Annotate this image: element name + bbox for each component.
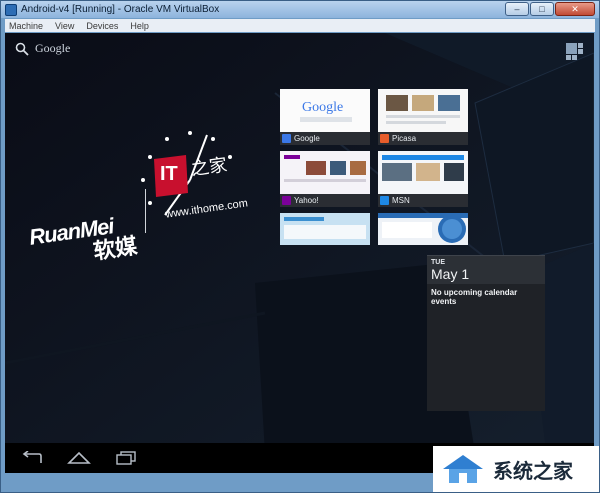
yahoo-thumbnail (280, 151, 370, 197)
ithome-chinese-text: 之家 (189, 154, 229, 180)
yahoo-favicon-icon (282, 196, 291, 205)
picasa-thumbnail (378, 89, 468, 135)
window-title: Android-v4 [Running] - Oracle VM Virtual… (21, 4, 220, 15)
maximize-button[interactable]: □ (530, 2, 554, 16)
menu-devices[interactable]: Devices (86, 21, 118, 31)
menu-help[interactable]: Help (130, 21, 149, 31)
virtualbox-window: Android-v4 [Running] - Oracle VM Virtual… (0, 0, 600, 493)
calendar-header: TUE May 1 (427, 256, 545, 284)
bookmark-picasa[interactable]: Picasa (378, 89, 468, 145)
google-search-bar[interactable]: Google (15, 41, 70, 56)
calendar-widget[interactable]: TUE May 1 No upcoming calendar events (427, 255, 545, 411)
bookmark-thumbnail (378, 89, 468, 135)
bookmark-thumbnail (378, 213, 468, 245)
virtualbox-app-icon (5, 3, 17, 16)
bookmark-thumbnail (280, 151, 370, 197)
calendar-day-of-week: TUE (431, 259, 445, 266)
menu-view[interactable]: View (55, 21, 74, 31)
msn-thumbnail (378, 151, 468, 197)
android-screen[interactable]: Google Google Google Picasa Yahoo! MSN T… (5, 33, 594, 473)
bookmarks-widget: Google Google Picasa Yahoo! MSN (280, 89, 470, 245)
bookmark-thumbnail: Google (280, 89, 370, 135)
it-logo-text: IT (160, 163, 178, 185)
window-controls: – □ ✕ (505, 2, 595, 16)
minimize-button[interactable]: – (505, 2, 529, 16)
calendar-events-message: No upcoming calendar events (431, 288, 518, 306)
twitter-thumbnail (280, 213, 370, 245)
xitongzhijia-watermark: 系统之家 (433, 446, 599, 492)
bookmark-label: Yahoo! (280, 194, 370, 207)
calendar-date: May 1 (431, 266, 470, 282)
bookmark-facebook[interactable] (378, 213, 468, 245)
home-icon[interactable] (67, 451, 91, 465)
bookmark-google[interactable]: Google Google (280, 89, 370, 145)
bookmark-twitter[interactable] (280, 213, 370, 245)
bookmark-label: Picasa (378, 132, 468, 145)
recent-apps-icon[interactable] (115, 451, 137, 465)
back-icon[interactable] (21, 451, 43, 465)
google-favicon-icon (282, 134, 291, 143)
facebook-thumbnail (378, 213, 468, 245)
close-button[interactable]: ✕ (555, 2, 595, 16)
menu-machine[interactable]: Machine (9, 21, 43, 31)
house-logo-icon (443, 455, 483, 483)
search-icon (15, 42, 29, 56)
ruanmei-chinese-text: 软媒 (91, 233, 139, 264)
svg-text:Google: Google (302, 100, 343, 115)
menu-bar: Machine View Devices Help (5, 19, 595, 32)
msn-favicon-icon (380, 196, 389, 205)
bookmark-msn[interactable]: MSN (378, 151, 468, 207)
picasa-favicon-icon (380, 134, 389, 143)
bookmark-label: Google (280, 132, 370, 145)
google-thumbnail: Google (280, 89, 370, 135)
watermark-divider (145, 189, 146, 233)
bookmark-yahoo[interactable]: Yahoo! (280, 151, 370, 207)
bookmark-label: MSN (378, 194, 468, 207)
all-apps-icon[interactable] (566, 43, 584, 60)
bookmark-thumbnail (280, 213, 370, 245)
xitongzhijia-text: 系统之家 (493, 460, 573, 483)
title-bar: Android-v4 [Running] - Oracle VM Virtual… (1, 1, 599, 18)
search-label: Google (35, 41, 71, 55)
bookmark-thumbnail (378, 151, 468, 197)
